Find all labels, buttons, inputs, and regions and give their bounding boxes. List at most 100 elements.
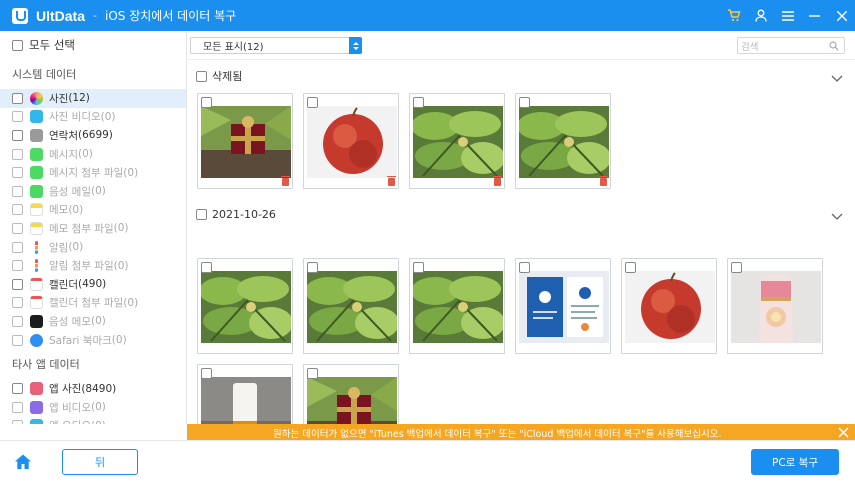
photo-thumbnail[interactable]	[303, 258, 399, 354]
group-label: 2021-10-26	[212, 207, 276, 221]
sidebar-item-count: (0)	[91, 420, 106, 424]
sidebar-item-checkbox[interactable]	[12, 278, 23, 290]
filter-dropdown[interactable]: 모든 표시(12)	[190, 37, 362, 54]
photo-checkbox[interactable]	[625, 262, 636, 273]
user-icon[interactable]	[747, 0, 774, 31]
group-header[interactable]: 2021-10-26	[196, 206, 276, 222]
sidebar-item-count: (0)	[113, 222, 129, 235]
photo-thumbnail[interactable]	[409, 258, 505, 354]
photo-checkbox[interactable]	[413, 262, 424, 273]
sidebar-item[interactable]: 앱 오디오(0)	[0, 417, 186, 424]
photo-image[interactable]	[201, 377, 291, 424]
sidebar-item-checkbox[interactable]	[12, 148, 23, 160]
photo-thumbnail[interactable]	[197, 93, 293, 189]
sidebar-item-checkbox[interactable]	[12, 241, 23, 253]
sidebar-item-checkbox[interactable]	[12, 260, 23, 272]
sidebar-item[interactable]: 알림 첨부 파일 (0)	[0, 256, 186, 275]
sidebar-item-checkbox[interactable]	[12, 129, 23, 141]
recover-to-pc-button[interactable]: PC로 복구	[751, 449, 839, 475]
sidebar-item-checkbox[interactable]	[12, 315, 23, 327]
sidebar-item[interactable]: Safari 북마크 (0)	[0, 331, 186, 350]
home-icon[interactable]	[14, 453, 32, 471]
sidebar-item-checkbox[interactable]	[12, 334, 23, 346]
photo-thumbnail[interactable]	[197, 258, 293, 354]
sidebar-item-checkbox[interactable]	[12, 167, 23, 179]
photo-image[interactable]	[307, 271, 397, 343]
photo-checkbox[interactable]	[519, 97, 530, 108]
photo-thumbnail[interactable]	[409, 93, 505, 189]
photo-thumbnail[interactable]	[303, 364, 399, 424]
photo-checkbox[interactable]	[307, 97, 318, 108]
back-button[interactable]: 뒤	[62, 449, 138, 475]
title-separator: -	[93, 9, 97, 22]
group-checkbox[interactable]	[196, 70, 207, 82]
photo-thumbnail[interactable]	[515, 93, 611, 189]
sidebar-item[interactable]: 메모 (0)	[0, 201, 186, 220]
menu-icon[interactable]	[774, 0, 801, 31]
photo-checkbox[interactable]	[201, 97, 212, 108]
sidebar-item-checkbox[interactable]	[12, 297, 23, 309]
photo-image[interactable]	[201, 271, 291, 343]
sidebar-item[interactable]: 메모 첨부 파일 (0)	[0, 219, 186, 238]
minimize-icon[interactable]	[801, 0, 828, 31]
sidebar-item-count: (0)	[111, 334, 127, 347]
sidebar-item[interactable]: 메시지 첨부 파일 (0)	[0, 163, 186, 182]
sidebar-item[interactable]: 앱 사진 (8490)	[0, 379, 186, 398]
photo-checkbox[interactable]	[307, 262, 318, 273]
photo-image[interactable]	[201, 106, 291, 178]
sidebar-item-checkbox[interactable]	[12, 401, 23, 413]
sidebar-item-checkbox[interactable]	[12, 222, 23, 234]
title-bar: UltData - iOS 장치에서 데이터 복구	[0, 0, 855, 31]
photo-image[interactable]	[519, 106, 609, 178]
photo-image[interactable]	[519, 271, 609, 343]
select-all-checkbox[interactable]	[12, 39, 23, 51]
photo-thumbnail[interactable]	[303, 93, 399, 189]
photo-checkbox[interactable]	[201, 262, 212, 273]
sidebar-item[interactable]: 캘린더 (490)	[0, 275, 186, 294]
search-input[interactable]: 검색	[737, 37, 845, 54]
chevron-down-icon[interactable]	[831, 72, 843, 85]
photo-image[interactable]	[307, 106, 397, 178]
photo-thumbnail[interactable]	[621, 258, 717, 354]
photo-checkbox[interactable]	[519, 262, 530, 273]
photo-checkbox[interactable]	[413, 97, 424, 108]
select-all-row[interactable]: 모두 선택	[0, 31, 186, 59]
photo-thumbnail[interactable]	[197, 364, 293, 424]
sidebar-item-checkbox[interactable]	[12, 383, 23, 395]
group-checkbox[interactable]	[196, 208, 207, 220]
sidebar-item[interactable]: 앱 비디오 (0)	[0, 398, 186, 417]
photo-checkbox[interactable]	[201, 368, 212, 379]
sidebar-item-checkbox[interactable]	[12, 92, 23, 104]
photo-thumbnail[interactable]	[515, 258, 611, 354]
sidebar-item-checkbox[interactable]	[12, 420, 23, 424]
photo-image[interactable]	[413, 271, 503, 343]
reminders-icon	[35, 240, 38, 254]
photo-image[interactable]	[731, 271, 821, 343]
sidebar-item-checkbox[interactable]	[12, 204, 23, 216]
chevron-down-icon[interactable]	[831, 210, 843, 223]
dropdown-arrows-icon[interactable]	[349, 37, 362, 54]
sidebar-item-label: 캘린더	[49, 278, 78, 291]
sidebar-item[interactable]: 음성 메모 (0)	[0, 312, 186, 331]
sidebar-item-checkbox[interactable]	[12, 185, 23, 197]
photo-image[interactable]	[625, 271, 715, 343]
group-header[interactable]: 삭제됨	[196, 68, 242, 84]
photo-checkbox[interactable]	[731, 262, 742, 273]
sidebar-item-checkbox[interactable]	[12, 111, 23, 123]
sidebar-item[interactable]: 알림 (0)	[0, 238, 186, 257]
sidebar-item-label: 앱 사진	[49, 383, 82, 396]
photo-thumbnail[interactable]	[727, 258, 823, 354]
sidebar-item[interactable]: 캘린더 첨부 파일 (0)	[0, 294, 186, 313]
photo-image[interactable]	[413, 106, 503, 178]
sidebar-item[interactable]: 메시지 (0)	[0, 145, 186, 164]
banner-close-icon[interactable]	[838, 427, 849, 438]
cart-icon[interactable]	[720, 0, 747, 31]
sidebar-item[interactable]: 사진 비디오 (0)	[0, 108, 186, 127]
sidebar-item[interactable]: 음성 메일 (0)	[0, 182, 186, 201]
sidebar-item[interactable]: 연락처 (6699)	[0, 126, 186, 145]
search-icon[interactable]	[829, 41, 839, 51]
photo-image[interactable]	[307, 377, 397, 424]
sidebar-item[interactable]: 사진 (12)	[0, 89, 186, 108]
photo-checkbox[interactable]	[307, 368, 318, 379]
close-icon[interactable]	[828, 0, 855, 31]
